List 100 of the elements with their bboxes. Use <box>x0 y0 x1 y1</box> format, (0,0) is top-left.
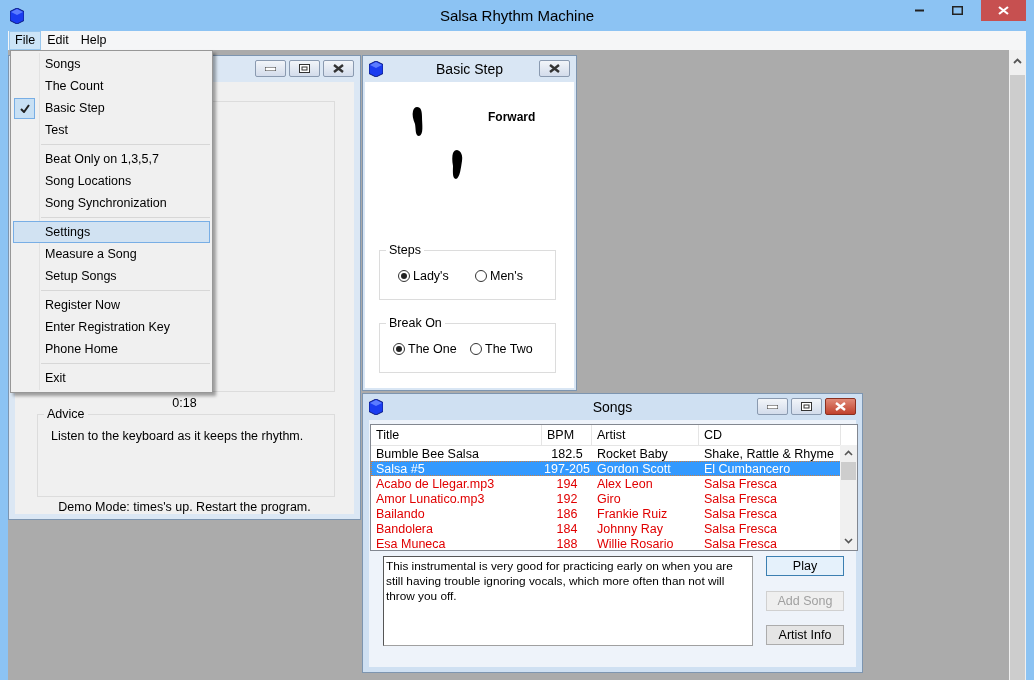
radio-button[interactable]: Men's <box>475 269 523 283</box>
scroll-down-icon[interactable] <box>844 538 853 544</box>
close-icon <box>998 6 1009 15</box>
maximize-icon <box>801 402 812 411</box>
minimize-icon <box>265 66 276 71</box>
table-cell-text: 194 <box>555 476 579 491</box>
table-cell-text: Amor Lunatico.mp3 <box>375 491 486 506</box>
table-cell-text: 182.5 <box>550 446 584 461</box>
maximize-icon <box>951 6 963 15</box>
status-text: Demo Mode: times's up. Restart the program. <box>57 500 312 514</box>
close-icon <box>549 64 560 73</box>
column-header[interactable]: BPM <box>542 425 592 445</box>
footprint-icon <box>412 107 424 136</box>
footprint-icon <box>451 150 464 179</box>
menu-item[interactable]: Enter Registration Key <box>13 316 210 338</box>
table-cell-text: 188 <box>555 536 579 550</box>
description-field[interactable]: This instrumental is very good for practicing early on when you are still having trouble ignoring vocals, which more often than not will throw you off. <box>383 556 753 646</box>
maximize-button[interactable] <box>791 398 822 415</box>
cube-icon <box>10 7 24 24</box>
table-cell-text: Salsa Fresca <box>703 536 778 550</box>
song-row[interactable]: Bandolera 184 Johnny Ray Salsa Fresca <box>371 521 841 536</box>
maximize-icon <box>299 64 310 73</box>
menu-item[interactable]: Beat Only on 1,3,5,7 <box>13 148 210 170</box>
menu-item[interactable]: Songs <box>13 53 210 75</box>
close-button[interactable] <box>539 60 570 77</box>
song-row[interactable]: Amor Lunatico.mp3 192 Giro Salsa Fresca <box>371 491 841 506</box>
menu-item[interactable]: Phone Home <box>13 338 210 360</box>
advice-text: Listen to the keyboard as it keeps the rhythm. <box>51 429 304 443</box>
radio-button[interactable]: The One <box>393 342 457 356</box>
table-cell-text: 197-205 <box>543 461 591 476</box>
song-row[interactable]: Esa Muneca 188 Willie Rosario Salsa Fresca <box>371 536 841 550</box>
table-cell-text: Rocket Baby <box>596 446 669 461</box>
table-cell-text: Salsa Fresca <box>703 521 778 536</box>
window-title: Songs <box>592 399 633 415</box>
scroll-bar[interactable] <box>1009 50 1026 680</box>
column-header[interactable]: CD <box>699 425 841 445</box>
scroll-up-icon[interactable] <box>1013 58 1022 64</box>
scroll-up-icon[interactable] <box>844 450 853 456</box>
table-cell-text: Gordon Scott <box>596 461 672 476</box>
table-cell-text: 186 <box>555 506 579 521</box>
menu-item[interactable]: Help <box>74 31 113 50</box>
song-row[interactable]: Bailando 186 Frankie Ruiz Salsa Fresca <box>371 506 841 521</box>
table-cell-text: Giro <box>596 491 622 506</box>
menu-item[interactable]: Exit <box>13 367 210 389</box>
menu-item[interactable]: Song Synchronization <box>13 192 210 214</box>
direction-label: Forward <box>488 110 536 124</box>
check-glyph-icon <box>19 104 30 113</box>
table-cell-text: Bumble Bee Salsa <box>375 446 480 461</box>
scroll-bar[interactable] <box>840 445 857 550</box>
menu-item[interactable]: Measure a Song <box>13 243 210 265</box>
table-cell-text: Johnny Ray <box>596 521 664 536</box>
menu-item[interactable]: Song Locations <box>13 170 210 192</box>
group-title: Steps <box>386 243 424 257</box>
table-cell-text: El Cumbancero <box>703 461 792 476</box>
table-cell-text: Shake, Rattle & Rhyme <box>703 446 835 461</box>
column-header[interactable]: Artist <box>592 425 699 445</box>
maximize-button[interactable] <box>289 60 320 77</box>
menu-item[interactable]: Edit <box>41 31 75 50</box>
table-cell-text: Acabo de Llegar.mp3 <box>375 476 496 491</box>
window-title: Basic Step <box>436 61 503 77</box>
push-button[interactable]: Play <box>766 556 844 576</box>
minimize-icon <box>767 404 778 409</box>
menu-item[interactable]: Basic Step <box>13 97 210 119</box>
table-cell-text: 184 <box>555 521 579 536</box>
radio-button[interactable]: Lady's <box>398 269 449 283</box>
song-row[interactable]: Bumble Bee Salsa 182.5 Rocket Baby Shake, Rattle & Rhyme <box>371 446 841 461</box>
table-cell-text: 192 <box>555 491 579 506</box>
table-cell-text: Frankie Ruiz <box>596 506 669 521</box>
group-title: Advice <box>44 407 88 421</box>
scroll-thumb[interactable] <box>1010 75 1025 680</box>
table-cell-text: Salsa Fresca <box>703 506 778 521</box>
scroll-thumb[interactable] <box>841 462 856 480</box>
menu-item[interactable]: Settings <box>13 221 210 243</box>
menu-item[interactable]: Setup Songs <box>13 265 210 287</box>
close-button[interactable] <box>825 398 856 415</box>
table-cell-text: Bailando <box>375 506 426 521</box>
menu-item[interactable]: File <box>9 31 42 50</box>
minimize-icon <box>914 9 924 12</box>
table-cell-text: Esa Muneca <box>375 536 447 550</box>
menu-item[interactable]: The Count <box>13 75 210 97</box>
table-cell-text: Salsa Fresca <box>703 491 778 506</box>
table-cell-text: Salsa #5 <box>375 461 426 476</box>
menu-item[interactable]: Test <box>13 119 210 141</box>
table-cell-text: Willie Rosario <box>596 536 675 550</box>
cube-icon <box>369 60 383 77</box>
table-cell-text: Bandolera <box>375 521 434 536</box>
push-button[interactable]: Artist Info <box>766 625 844 645</box>
close-icon <box>835 402 846 411</box>
song-row[interactable]: Acabo de Llegar.mp3 194 Alex Leon Salsa Fresca <box>371 476 841 491</box>
table-cell-text: Alex Leon <box>596 476 654 491</box>
group-title: Break On <box>386 316 445 330</box>
timer-text: 0:18 <box>171 396 198 410</box>
window-title: Salsa Rhythm Machine <box>439 7 595 24</box>
close-icon <box>333 64 344 73</box>
menu-item[interactable]: Register Now <box>13 294 210 316</box>
close-button[interactable] <box>323 60 354 77</box>
table-cell-text: Salsa Fresca <box>703 476 778 491</box>
cube-icon <box>369 398 383 415</box>
column-header[interactable]: Title <box>371 425 542 445</box>
radio-button[interactable]: The Two <box>470 342 533 356</box>
